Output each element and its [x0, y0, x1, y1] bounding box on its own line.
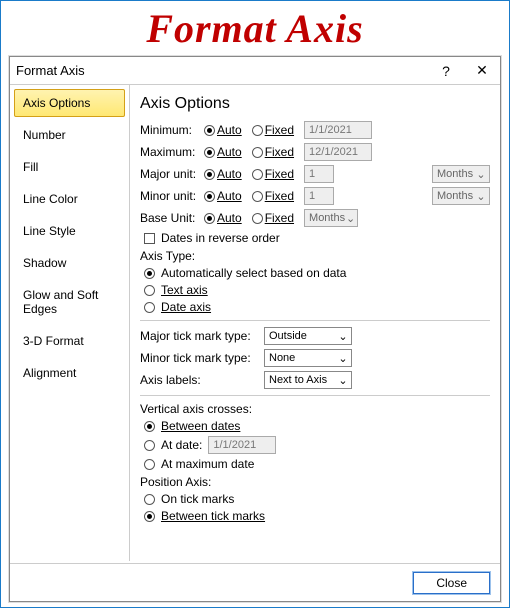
- axis-labels-select[interactable]: Next to Axis⌄: [264, 371, 352, 389]
- titlebar: Format Axis ? ✕: [10, 57, 500, 85]
- minor-tick-select[interactable]: None⌄: [264, 349, 352, 367]
- cross-between-dates-radio[interactable]: [144, 421, 155, 432]
- sidebar-item-axis-options[interactable]: Axis Options: [14, 89, 125, 117]
- label-type-text: Text axis: [161, 283, 208, 297]
- sidebar-item-glow[interactable]: Glow and Soft Edges: [14, 281, 125, 323]
- cross-at-max-radio[interactable]: [144, 459, 155, 470]
- dialog-footer: Close: [10, 563, 500, 601]
- maximum-auto-radio[interactable]: Auto: [204, 145, 242, 159]
- label-maximum: Maximum:: [140, 145, 198, 159]
- sidebar-item-fill[interactable]: Fill: [14, 153, 125, 181]
- label-position-axis: Position Axis:: [140, 475, 490, 489]
- minimum-auto-radio[interactable]: Auto: [204, 123, 242, 137]
- at-date-input[interactable]: 1/1/2021: [208, 436, 276, 454]
- chevron-down-icon: ⌄: [336, 352, 350, 365]
- panel-heading: Axis Options: [140, 95, 490, 113]
- chevron-down-icon: ⌄: [474, 190, 488, 203]
- minor-unit-input[interactable]: 1: [304, 187, 334, 205]
- minor-fixed-radio[interactable]: Fixed: [252, 189, 294, 203]
- format-axis-dialog: Format Axis ? ✕ Axis Options Number Fill…: [9, 56, 501, 602]
- axis-type-text-radio[interactable]: [144, 285, 155, 296]
- options-panel: Axis Options Minimum: Auto Fixed 1/1/202…: [130, 85, 500, 561]
- chevron-down-icon: ⌄: [336, 374, 350, 387]
- chevron-down-icon: ⌄: [345, 212, 356, 225]
- label-axis-type: Axis Type:: [140, 249, 490, 263]
- axis-type-auto-radio[interactable]: [144, 268, 155, 279]
- chevron-down-icon: ⌄: [336, 330, 350, 343]
- sidebar-item-alignment[interactable]: Alignment: [14, 359, 125, 387]
- pos-between-tick-radio[interactable]: [144, 511, 155, 522]
- dialog-body: Axis Options Number Fill Line Color Line…: [10, 85, 500, 561]
- label-major-tick: Major tick mark type:: [140, 329, 258, 343]
- close-button[interactable]: Close: [413, 572, 490, 594]
- sidebar-item-shadow[interactable]: Shadow: [14, 249, 125, 277]
- label-major-unit: Major unit:: [140, 167, 198, 181]
- page-banner: Format Axis: [1, 1, 509, 52]
- label-minor-unit: Minor unit:: [140, 189, 198, 203]
- dialog-title: Format Axis: [10, 63, 428, 78]
- label-on-tick: On tick marks: [161, 492, 234, 506]
- category-sidebar: Axis Options Number Fill Line Color Line…: [10, 85, 130, 561]
- maximum-input[interactable]: 12/1/2021: [304, 143, 372, 161]
- label-between-tick: Between tick marks: [161, 509, 265, 523]
- close-x-button[interactable]: ✕: [464, 62, 500, 79]
- minor-unit-type-select[interactable]: Months⌄: [432, 187, 490, 205]
- reverse-order-checkbox[interactable]: [144, 233, 155, 244]
- pos-on-tick-radio[interactable]: [144, 494, 155, 505]
- major-unit-type-select[interactable]: Months⌄: [432, 165, 490, 183]
- label-at-max: At maximum date: [161, 457, 254, 471]
- label-type-auto: Automatically select based on data: [161, 266, 346, 280]
- cross-at-date-radio[interactable]: [144, 440, 155, 451]
- minor-auto-radio[interactable]: Auto: [204, 189, 242, 203]
- label-minimum: Minimum:: [140, 123, 198, 137]
- chevron-down-icon: ⌄: [474, 168, 488, 181]
- label-reverse-order: Dates in reverse order: [161, 231, 280, 245]
- major-auto-radio[interactable]: Auto: [204, 167, 242, 181]
- minimum-input[interactable]: 1/1/2021: [304, 121, 372, 139]
- major-fixed-radio[interactable]: Fixed: [252, 167, 294, 181]
- label-at-date: At date:: [161, 438, 202, 452]
- sidebar-item-number[interactable]: Number: [14, 121, 125, 149]
- sidebar-item-line-color[interactable]: Line Color: [14, 185, 125, 213]
- axis-type-date-radio[interactable]: [144, 302, 155, 313]
- minimum-fixed-radio[interactable]: Fixed: [252, 123, 294, 137]
- label-between-dates: Between dates: [161, 419, 240, 433]
- major-tick-select[interactable]: Outside⌄: [264, 327, 352, 345]
- label-type-date: Date axis: [161, 300, 211, 314]
- base-auto-radio[interactable]: Auto: [204, 211, 242, 225]
- label-axis-labels: Axis labels:: [140, 373, 258, 387]
- major-unit-input[interactable]: 1: [304, 165, 334, 183]
- sidebar-item-line-style[interactable]: Line Style: [14, 217, 125, 245]
- label-minor-tick: Minor tick mark type:: [140, 351, 258, 365]
- label-vertical-cross: Vertical axis crosses:: [140, 402, 490, 416]
- label-base-unit: Base Unit:: [140, 211, 198, 225]
- maximum-fixed-radio[interactable]: Fixed: [252, 145, 294, 159]
- base-fixed-radio[interactable]: Fixed: [252, 211, 294, 225]
- base-unit-select[interactable]: Months⌄: [304, 209, 358, 227]
- sidebar-item-3d-format[interactable]: 3-D Format: [14, 327, 125, 355]
- help-button[interactable]: ?: [428, 63, 464, 79]
